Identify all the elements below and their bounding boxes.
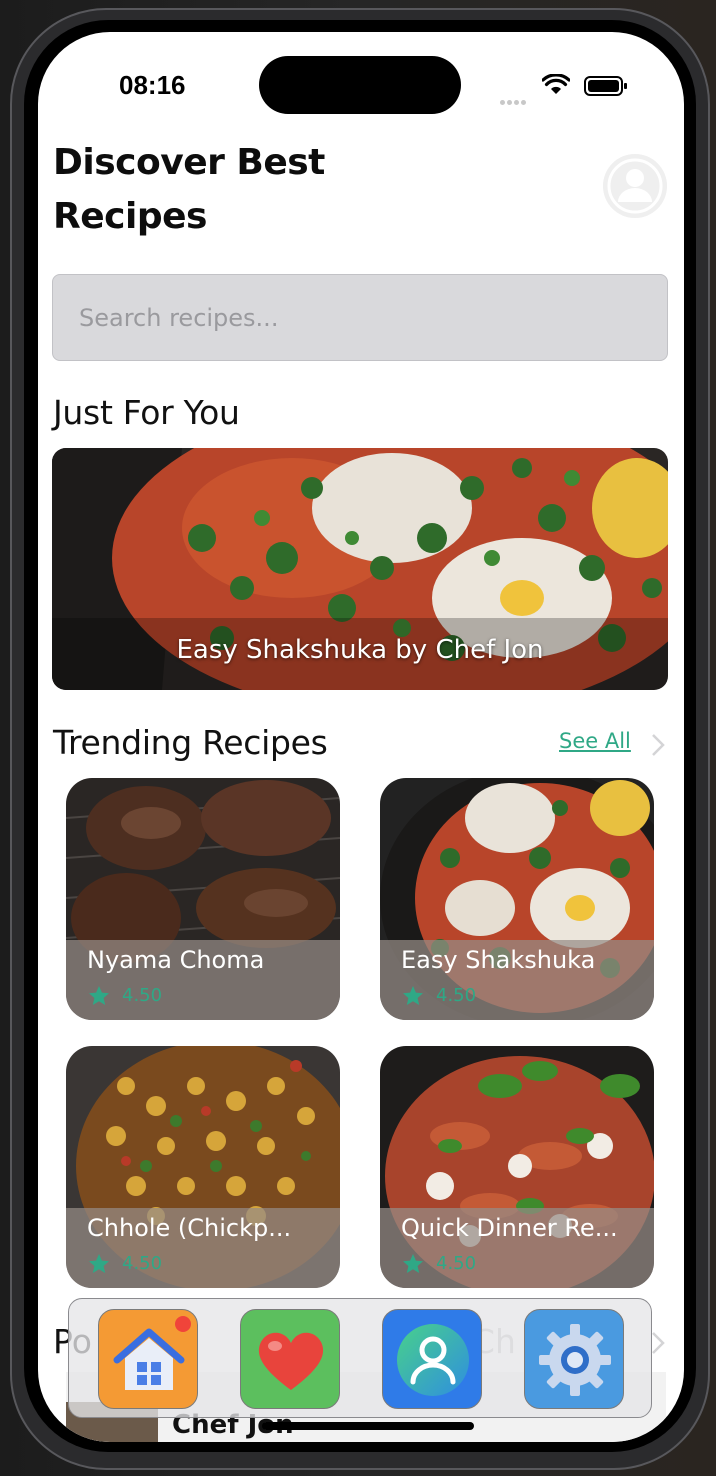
featured-recipe-caption: Easy Shakshuka by Chef Jon: [176, 635, 544, 665]
star-icon: [403, 986, 423, 1005]
tab-bar: [68, 1298, 652, 1418]
dynamic-island: [259, 56, 461, 114]
see-all-link[interactable]: See All: [559, 729, 631, 753]
tab-profile[interactable]: [382, 1309, 482, 1409]
wifi-icon: [542, 74, 570, 94]
search-field[interactable]: [52, 274, 668, 361]
phone-screen: 08:16 Discover Best Recipes Just For You: [38, 32, 684, 1442]
recipe-card-rating: 4.50: [122, 985, 163, 1006]
recipe-card-title: Chhole (Chickp...: [87, 1214, 292, 1242]
recipe-card-rating: 4.50: [436, 985, 477, 1006]
recipe-card-rating: 4.50: [436, 1253, 477, 1274]
search-input[interactable]: [79, 299, 639, 337]
recipe-card-rating: 4.50: [122, 1253, 163, 1274]
chevron-right-icon[interactable]: [650, 732, 666, 758]
recipe-card-title: Quick Dinner Re...: [401, 1214, 618, 1242]
recipe-card-nyama-choma[interactable]: Nyama Choma 4.50: [66, 778, 340, 1020]
chevron-right-icon[interactable]: [650, 1330, 666, 1356]
heart-icon: [258, 1332, 324, 1390]
star-icon: [89, 1254, 109, 1273]
recipe-card-title: Easy Shakshuka: [401, 946, 596, 974]
home-indicator[interactable]: [262, 1422, 474, 1430]
settings-icon: [539, 1324, 611, 1396]
home-icon: [113, 1316, 191, 1390]
status-time: 08:16: [119, 70, 186, 100]
recipe-card-easy-shakshuka[interactable]: Easy Shakshuka 4.50: [380, 778, 654, 1020]
tab-settings[interactable]: [524, 1309, 624, 1409]
star-icon: [403, 1254, 423, 1273]
tab-favorites[interactable]: [240, 1309, 340, 1409]
page-title: Discover Best Recipes: [53, 142, 325, 237]
section-title-trending: Trending Recipes: [53, 723, 328, 762]
avatar[interactable]: [603, 154, 667, 218]
battery-icon: [584, 76, 627, 96]
featured-recipe-card[interactable]: Easy Shakshuka by Chef Jon: [52, 448, 668, 690]
section-title-just-for-you: Just For You: [53, 393, 240, 432]
recipe-card-title: Nyama Choma: [87, 946, 265, 974]
cellular-signal-icon: [500, 90, 528, 109]
profile-icon: [397, 1324, 469, 1396]
recipe-card-quick-dinner[interactable]: Quick Dinner Re... 4.50: [380, 1046, 654, 1288]
tab-home[interactable]: [98, 1309, 198, 1409]
user-avatar-icon: [603, 154, 667, 218]
recipe-card-chhole[interactable]: Chhole (Chickp... 4.50: [66, 1046, 340, 1288]
star-icon: [89, 986, 109, 1005]
